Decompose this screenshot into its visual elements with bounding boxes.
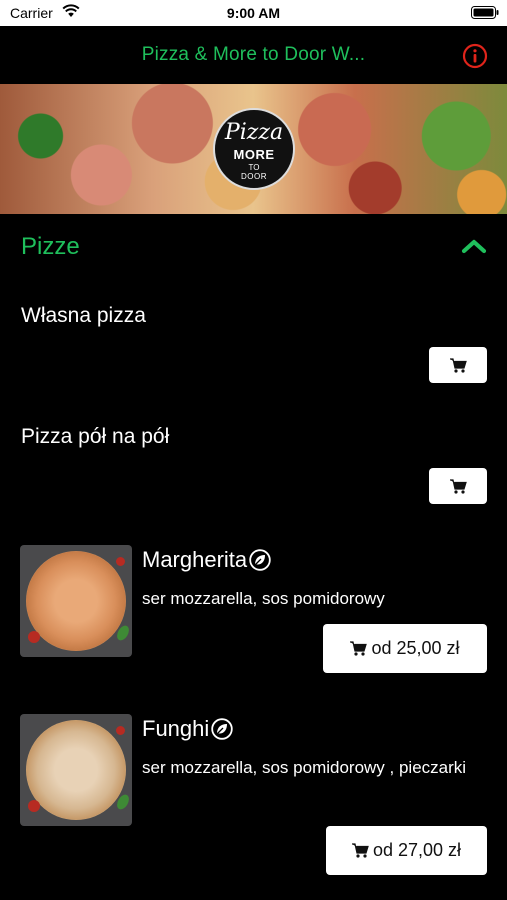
product-image[interactable] [20,545,132,657]
product-name: Funghi [142,716,210,741]
add-to-cart-button[interactable]: od 27,00 zł [326,826,487,875]
cart-icon [350,641,368,656]
product-title-row[interactable]: Funghi [142,716,233,742]
section-title[interactable]: Pizze [21,233,80,261]
tomato-garnish [28,631,40,643]
tomato-garnish [28,800,40,812]
product-price: od 27,00 zł [372,840,462,860]
leaf-icon [249,549,271,571]
restaurant-logo: Pizza MORE TO DOOR [213,108,295,190]
add-to-cart-button[interactable] [429,347,487,383]
item-name[interactable]: Własna pizza [21,304,146,328]
logo-line-3: TO [248,163,260,172]
product-name: Margherita [142,547,248,572]
tomato-garnish [116,557,125,566]
item-name[interactable]: Pizza pół na pół [21,425,169,449]
logo-line-4: DOOR [241,172,267,181]
product-title-row[interactable]: Margherita [142,547,271,573]
product-description: ser mozzarella, sos pomidorowy [142,589,385,608]
pizza-image [26,720,126,820]
product-price: od 25,00 zł [371,638,460,658]
logo-line-2: MORE [233,147,275,162]
tomato-garnish [116,726,125,735]
restaurant-title: Pizza & More to Door W... [141,44,366,65]
cart-icon [449,357,467,373]
header-banner: Pizza MORE TO DOOR [0,84,507,214]
cart-icon [351,843,369,858]
chevron-up-icon[interactable] [461,238,487,254]
battery-icon [471,6,499,19]
pizza-image [26,551,126,651]
add-to-cart-button[interactable] [429,468,487,504]
navigation-bar: Pizza & More to Door W... [0,26,507,84]
logo-line-1: Pizza [224,120,284,145]
clock: 9:00 AM [226,5,281,21]
product-description: ser mozzarella, sos pomidorowy , pieczar… [142,758,467,777]
cart-icon [449,478,467,494]
status-bar: Carrier 9:00 AM [0,0,507,26]
add-to-cart-button[interactable]: od 25,00 zł [323,624,487,673]
info-icon[interactable] [462,43,488,69]
app-screen: Carrier 9:00 AM Pizza & More to Door W..… [0,0,507,900]
leaf-icon [211,718,233,740]
product-image[interactable] [20,714,132,826]
